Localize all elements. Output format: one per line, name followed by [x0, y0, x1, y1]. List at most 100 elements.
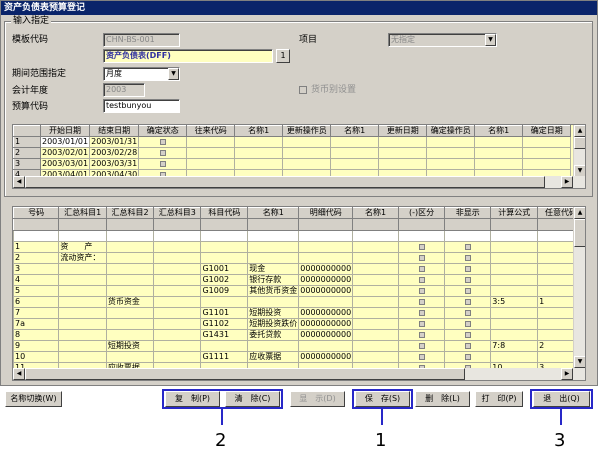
detail-header[interactable]: 汇总科目3: [153, 207, 202, 219]
period-horizontal-scrollbar[interactable]: ◀ ▶: [13, 176, 585, 188]
scroll-thumb[interactable]: [25, 368, 465, 380]
table-row[interactable]: 1 2003/01/01 2003/01/31: [13, 136, 572, 148]
period-header[interactable]: 更新日期: [378, 125, 428, 137]
summary2-cell[interactable]: [105, 274, 155, 286]
period-vertical-scrollbar[interactable]: ▲ ▼: [573, 125, 585, 177]
minus-checkbox[interactable]: [418, 331, 425, 338]
minus-checkbox[interactable]: [418, 298, 425, 305]
template-code-field[interactable]: CHN-BS-001: [103, 33, 180, 47]
period-header[interactable]: 确定日期: [522, 125, 572, 137]
detail-code-cell[interactable]: 0000000000: [298, 318, 354, 330]
formula-cell[interactable]: [490, 263, 539, 275]
confirm-checkbox[interactable]: [159, 138, 166, 145]
confirm-checkbox[interactable]: [159, 160, 166, 167]
detail-header[interactable]: 科目代码: [200, 207, 249, 219]
fiscal-year-field[interactable]: 2003: [103, 83, 145, 97]
detail-header[interactable]: 汇总科目2: [105, 207, 155, 219]
minus-checkbox[interactable]: [418, 254, 425, 261]
period-header[interactable]: 确定状态: [138, 125, 188, 137]
summary2-cell[interactable]: [105, 263, 155, 275]
account-code-cell[interactable]: G1001: [200, 263, 249, 275]
table-row[interactable]: 8 G1431 委托贷款 0000000000: [13, 329, 585, 341]
scroll-thumb[interactable]: [25, 176, 545, 188]
minus-checkbox[interactable]: [418, 243, 425, 250]
period-select[interactable]: 月度 ▼: [103, 67, 180, 81]
item-select[interactable]: 无指定 ▼: [388, 33, 497, 47]
detail-header[interactable]: 非显示: [444, 207, 492, 219]
account-code-cell[interactable]: G1009: [200, 285, 249, 297]
scroll-up-icon[interactable]: ▲: [574, 207, 585, 219]
start-date-cell[interactable]: 2003/03/01: [39, 158, 91, 170]
table-row[interactable]: 3 2003/03/01 2003/03/31: [13, 158, 572, 170]
period-header[interactable]: 更新操作员: [282, 125, 332, 137]
detail-code-cell[interactable]: 0000000000: [298, 263, 354, 275]
summary2-cell[interactable]: [105, 351, 155, 363]
period-header[interactable]: 名称1: [474, 125, 524, 137]
summary1-cell[interactable]: [58, 274, 107, 286]
formula-cell[interactable]: [490, 307, 539, 319]
formula-cell[interactable]: [490, 351, 539, 363]
minus-checkbox[interactable]: [418, 320, 425, 327]
detail-code-cell[interactable]: 0000000000: [298, 351, 354, 363]
start-date-cell[interactable]: 2003/01/01: [39, 136, 91, 148]
hidden-checkbox[interactable]: [464, 298, 471, 305]
scroll-right-icon[interactable]: ▶: [561, 176, 573, 188]
minus-checkbox[interactable]: [418, 342, 425, 349]
delete-button[interactable]: 删 除(L): [415, 391, 470, 407]
formula-cell[interactable]: 3:5: [490, 296, 539, 308]
confirm-status-cell[interactable]: [138, 158, 188, 170]
scroll-left-icon[interactable]: ◀: [13, 368, 25, 380]
formula-cell[interactable]: 7:8: [490, 340, 539, 352]
table-row[interactable]: 6 货币资金 3:5 1: [13, 296, 585, 308]
period-header[interactable]: 结束日期: [89, 125, 140, 137]
period-header[interactable]: 开始日期: [39, 125, 91, 137]
detail-header[interactable]: 号码: [13, 207, 60, 219]
table-row[interactable]: 7 G1101 短期投资 0000000000: [13, 307, 585, 319]
account-code-cell[interactable]: [200, 252, 249, 264]
summary2-cell[interactable]: 货币资金: [105, 296, 155, 308]
account-code-cell[interactable]: [200, 296, 249, 308]
hidden-checkbox[interactable]: [464, 243, 471, 250]
confirm-status-cell[interactable]: [138, 136, 188, 148]
hidden-checkbox[interactable]: [464, 254, 471, 261]
end-date-cell[interactable]: 2003/01/31: [89, 136, 140, 148]
summary2-cell[interactable]: [105, 252, 155, 264]
scroll-up-icon[interactable]: ▲: [574, 125, 585, 137]
summary2-cell[interactable]: [105, 307, 155, 319]
summary1-cell[interactable]: [58, 340, 107, 352]
table-row[interactable]: 2 流动资产：: [13, 252, 585, 264]
period-header[interactable]: 名称1: [330, 125, 380, 137]
account-code-cell[interactable]: G1101: [200, 307, 249, 319]
confirm-status-cell[interactable]: [138, 147, 188, 159]
scroll-thumb[interactable]: [574, 137, 585, 149]
scroll-right-icon[interactable]: ▶: [561, 368, 573, 380]
account-code-cell[interactable]: [200, 241, 249, 253]
detail-code-cell[interactable]: [298, 340, 354, 352]
summary1-cell[interactable]: [58, 307, 107, 319]
summary2-cell[interactable]: [105, 318, 155, 330]
detail-header[interactable]: 名称1: [352, 207, 400, 219]
detail-code-cell[interactable]: 0000000000: [298, 307, 354, 319]
detail-horizontal-scrollbar[interactable]: ◀ ▶: [13, 368, 585, 380]
detail-header[interactable]: 计算公式: [490, 207, 539, 219]
print-button[interactable]: 打 印(P): [475, 391, 523, 407]
table-row[interactable]: 5 G1009 其他货币资金 0000000000: [13, 285, 585, 297]
formula-cell[interactable]: [490, 329, 539, 341]
name-switch-button[interactable]: 名称切换(W): [5, 391, 62, 407]
detail-code-cell[interactable]: [298, 241, 354, 253]
summary1-cell[interactable]: [58, 351, 107, 363]
start-date-cell[interactable]: 2003/02/01: [39, 147, 91, 159]
detail-header[interactable]: (-)区分: [398, 207, 446, 219]
currency-checkbox[interactable]: [299, 86, 307, 94]
show-button[interactable]: 显 示(D): [290, 391, 345, 407]
account-code-cell[interactable]: [200, 340, 249, 352]
scroll-thumb[interactable]: [574, 219, 585, 247]
summary2-cell[interactable]: [105, 241, 155, 253]
detail-header[interactable]: 明细代码: [298, 207, 354, 219]
formula-cell[interactable]: [490, 285, 539, 297]
formula-cell[interactable]: [490, 318, 539, 330]
account-code-cell[interactable]: G1102: [200, 318, 249, 330]
period-header[interactable]: 往来代码: [186, 125, 236, 137]
summary1-cell[interactable]: [58, 263, 107, 275]
end-date-cell[interactable]: 2003/03/31: [89, 158, 140, 170]
